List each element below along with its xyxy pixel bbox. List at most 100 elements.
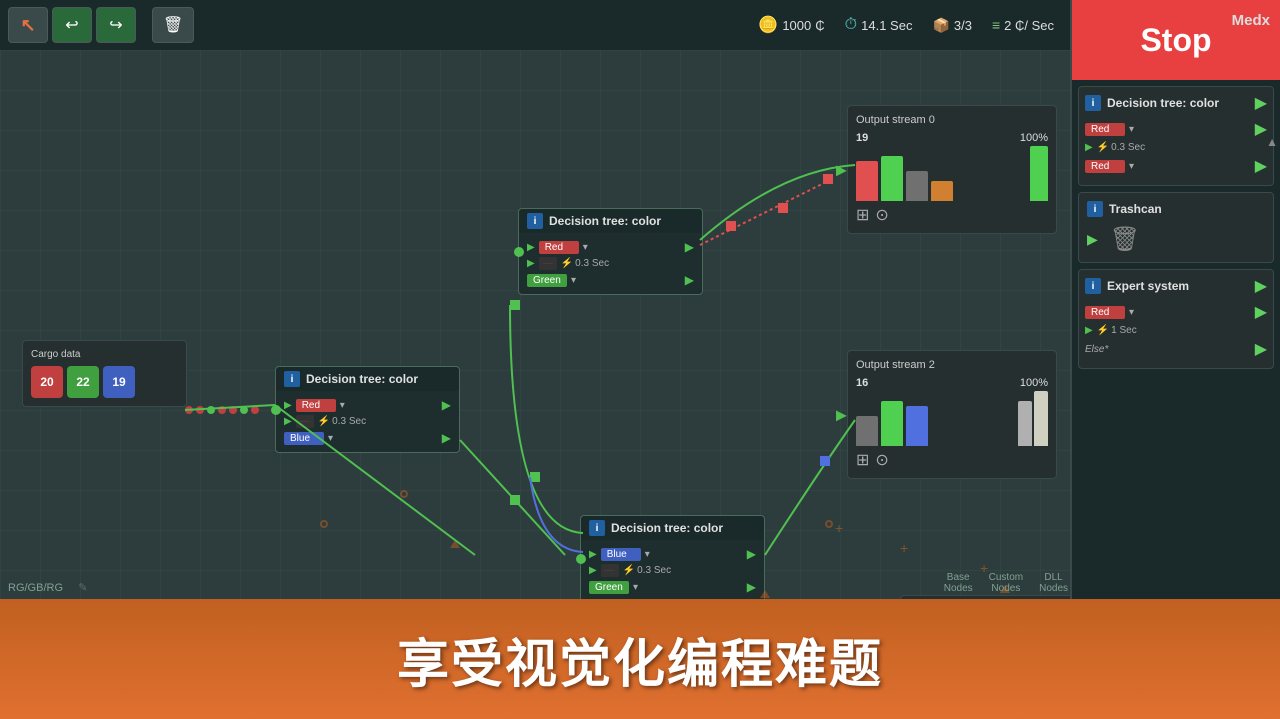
boxes-stat: 📦 3/3 — [924, 17, 980, 34]
bar2-gray — [856, 416, 878, 446]
panel-expert-right-arrow: ▶ — [1255, 302, 1267, 322]
bottom-right-nav: Base Nodes Custom Nodes DLL Nodes — [944, 572, 1068, 594]
dt-top-timer-val: 0.3 Sec — [575, 258, 609, 269]
cargo-red-value: 20 — [40, 375, 53, 389]
panel-trashcan-card[interactable]: i Trashcan ▶ 🗑 — [1078, 192, 1274, 263]
dt-bot-dropdown1: ▾ — [645, 549, 650, 560]
dt-mid-body: ▶ Red ▾ ▶ ▶ — ⚡ 0.3 Sec Blue ▾ ▶ — [276, 391, 459, 452]
dt-top-speed-icon: ⚡ — [561, 258, 573, 269]
panel-expert-card[interactable]: i Expert system ▶ Red ▾ ▶ ▶ ⚡ 1 Sec Else… — [1078, 269, 1274, 369]
cargo-item-red: 20 — [31, 366, 63, 398]
speed-value: 2 ₵/ Sec — [1004, 18, 1054, 33]
bar-tall-green — [1030, 146, 1048, 201]
target-icon: ⊙ — [875, 205, 888, 225]
coins-unit: ₵ — [815, 18, 824, 33]
dt-top-timer-row: ▶ — ⚡ 0.3 Sec — [527, 257, 694, 270]
undo-icon: ↩ — [65, 15, 78, 35]
decision-tree-mid[interactable]: i Decision tree: color ▶ Red ▾ ▶ ▶ — ⚡ 0… — [275, 366, 460, 453]
output-0-percent: 100% — [1020, 132, 1048, 144]
dt-top-timer: ⚡ 0.3 Sec — [561, 258, 609, 269]
panel-dt-1-header: i Decision tree: color ▶ — [1085, 93, 1267, 113]
dt-top-minus: — — [539, 257, 557, 270]
deco-circle-1 — [825, 520, 833, 528]
cargo-blue-value: 19 — [112, 375, 125, 389]
dt-mid-speed-icon: ⚡ — [318, 416, 330, 427]
panel-expert-row2: Else* ▶ — [1085, 339, 1267, 359]
dt-mid-play2: ▶ — [284, 416, 292, 427]
main-canvas[interactable]: Cargo data 20 22 19 Output stream 0 19 — [0, 50, 1070, 650]
output-stream-0-title: Output stream 0 — [856, 114, 1048, 126]
dt-bot-body: ▶ Blue ▾ ▶ ▶ — ⚡ 0.3 Sec Green ▾ ▶ — [581, 540, 764, 601]
bar-gray — [906, 171, 928, 201]
trashcan-icon: 🗑 — [1110, 225, 1140, 254]
speed-stat: ≡ 2 ₵/ Sec — [984, 17, 1062, 33]
bottom-banner: 享受视觉化编程难题 — [0, 599, 1280, 719]
panel-scroll-arrow[interactable]: ▲ — [1266, 135, 1278, 149]
undo-button[interactable]: ↩ — [52, 7, 92, 43]
dt-bot-left-port — [576, 554, 586, 564]
dt-bot-title: Decision tree: color — [611, 521, 723, 535]
deco-circle-2 — [320, 520, 328, 528]
dt-top-dropdown1: ▾ — [583, 242, 588, 253]
dt-bot-arrow2: ▶ — [747, 580, 756, 594]
panel-dt-1-speed: ⚡ — [1097, 142, 1109, 153]
timer-stat: ⏱ 14.1 Sec — [837, 16, 921, 34]
custom-nodes-nav[interactable]: Custom Nodes — [989, 572, 1023, 594]
panel-dt-1-row1: Red ▾ ▶ — [1085, 119, 1267, 139]
username-display: Medx — [1232, 12, 1270, 29]
panel-dt-1-arrow: ▶ — [1255, 93, 1267, 113]
decision-tree-top[interactable]: i Decision tree: color ▶ Red ▾ ▶ ▶ — ⚡ 0… — [518, 208, 703, 295]
output-stream-0: Output stream 0 19 100% ⊞ ⊙ — [847, 105, 1057, 234]
dt-top-header: i Decision tree: color — [519, 209, 702, 233]
deco-plus-1: + — [900, 540, 908, 556]
dt-top-color2: Green — [527, 274, 567, 287]
dt-bot-arrow1: ▶ — [747, 547, 756, 561]
output-0-count: 19 — [856, 132, 953, 144]
dt-mid-play: ▶ — [284, 400, 292, 411]
bar2-blue — [906, 406, 928, 446]
dt-top-play: ▶ — [527, 242, 535, 253]
redo-button[interactable]: ↪ — [96, 7, 136, 43]
cargo-data-box: Cargo data 20 22 19 — [22, 340, 187, 407]
base-nodes-nav[interactable]: Base Nodes — [944, 572, 973, 594]
dt-bot-speed-icon: ⚡ — [623, 565, 635, 576]
dt-bot-badge: i — [589, 520, 605, 536]
dt-top-body: ▶ Red ▾ ▶ ▶ — ⚡ 0.3 Sec Green ▾ ▶ — [519, 233, 702, 294]
panel-expert-else: Else* — [1085, 344, 1108, 355]
panel-dt-1-color1: Red — [1085, 123, 1125, 136]
bar2-light — [1018, 401, 1032, 446]
dt-mid-timer: ⚡ 0.3 Sec — [318, 416, 366, 427]
dt-bot-play2: ▶ — [589, 565, 597, 576]
cargo-item-green: 22 — [67, 366, 99, 398]
dt-bot-color1: Blue — [601, 548, 641, 561]
panel-expert-timer-val: 1 Sec — [1111, 325, 1137, 336]
delete-button[interactable]: 🗑 — [152, 7, 194, 43]
layers-icon: ⊞ — [856, 205, 869, 225]
cursor-button[interactable]: ↖ — [8, 7, 48, 43]
panel-dt-1-timer-val: 0.3 Sec — [1111, 142, 1145, 153]
dt-mid-left-port — [271, 405, 281, 415]
panel-dt-1-title: Decision tree: color — [1107, 96, 1249, 110]
cargo-data-title: Cargo data — [31, 349, 178, 360]
timer-value: 14.1 Sec — [861, 18, 912, 33]
decision-tree-bottom[interactable]: i Decision tree: color ▶ Blue ▾ ▶ ▶ — ⚡ … — [580, 515, 765, 602]
bar2-green — [881, 401, 903, 446]
bottom-left-info: RG/GB/RG ✎ — [8, 581, 88, 594]
panel-expert-color1: Red — [1085, 306, 1125, 319]
trashcan-play-btn[interactable]: ▶ — [1087, 231, 1098, 248]
layers-icon-2: ⊞ — [856, 450, 869, 470]
coin-icon: 🪙 — [758, 15, 778, 35]
deco-plus-2: + — [835, 520, 843, 536]
panel-expert-badge: i — [1085, 278, 1101, 294]
panel-dt-card-1[interactable]: i Decision tree: color ▶ Red ▾ ▶ ▶ ⚡ 0.3… — [1078, 86, 1274, 186]
dt-mid-color2: Blue — [284, 432, 324, 445]
dt-top-dropdown2: ▾ — [571, 275, 576, 286]
panel-dt-1-timer: ⚡ 0.3 Sec — [1097, 142, 1145, 153]
dt-bot-dropdown2: ▾ — [633, 582, 638, 593]
panel-expert-speed: ⚡ — [1097, 325, 1109, 336]
toolbar: ↖ ↩ ↪ 🗑 🪙 1000 ₵ ⏱ 14.1 Sec 📦 3/3 ≡ 2 ₵/… — [0, 0, 1070, 50]
dll-nodes-nav[interactable]: DLL Nodes — [1039, 572, 1068, 594]
panel-dt-1-play: ▶ — [1085, 142, 1093, 153]
dt-top-play2: ▶ — [527, 258, 535, 269]
dt-top-arrow2: ▶ — [685, 273, 694, 287]
